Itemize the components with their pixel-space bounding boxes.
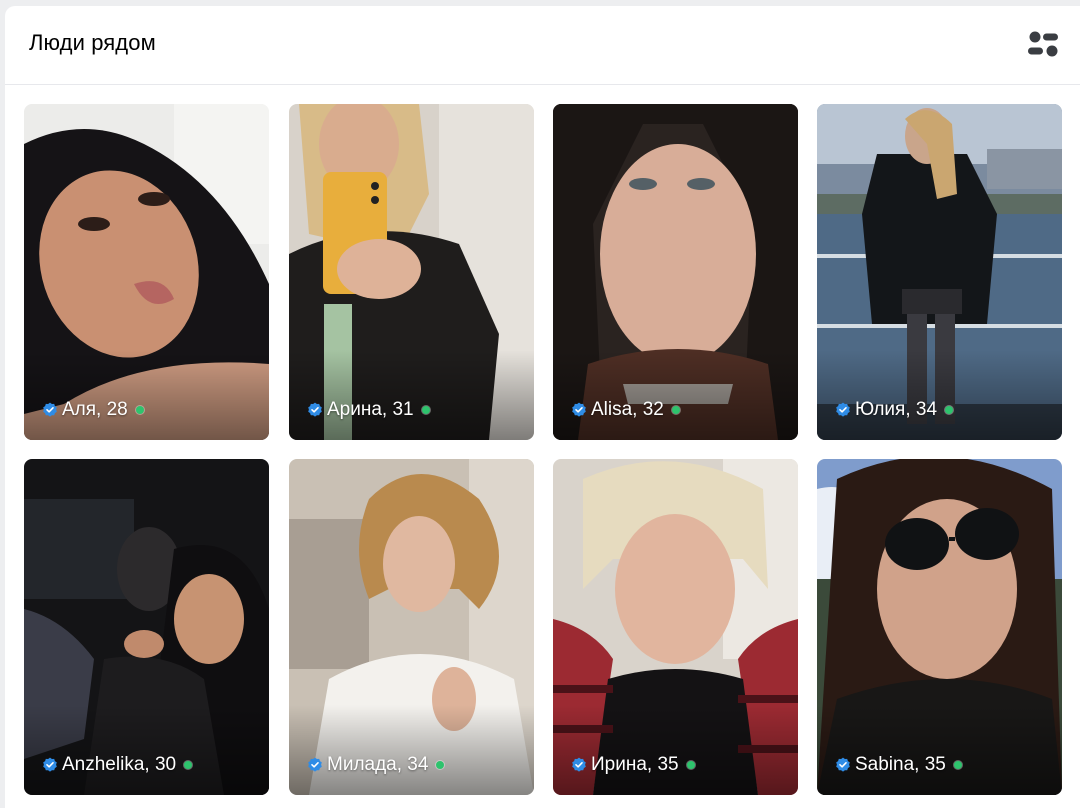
verified-badge-icon bbox=[308, 757, 322, 772]
caption-shade bbox=[817, 705, 1062, 795]
caption-shade bbox=[553, 350, 798, 440]
person-name-age: Аля, 28 bbox=[62, 399, 128, 420]
verified-badge-icon bbox=[572, 402, 586, 417]
online-status-dot bbox=[436, 761, 445, 769]
online-status-dot bbox=[135, 406, 144, 414]
person-name-age: Alisa, 32 bbox=[591, 399, 664, 420]
person-card[interactable]: Юлия, 34 bbox=[817, 104, 1062, 440]
caption-shade bbox=[817, 350, 1062, 440]
person-card[interactable]: Ирина, 35 bbox=[553, 459, 798, 795]
caption-shade bbox=[289, 705, 534, 795]
verified-badge-icon bbox=[308, 402, 322, 417]
verified-badge-icon bbox=[836, 402, 850, 417]
caption-shade bbox=[553, 705, 798, 795]
person-name-age: Арина, 31 bbox=[327, 399, 414, 420]
person-name-age: Милада, 34 bbox=[327, 754, 429, 775]
person-caption: Ирина, 35 bbox=[571, 754, 695, 776]
person-card[interactable]: Alisa, 32 bbox=[553, 104, 798, 440]
online-status-dot bbox=[184, 761, 193, 769]
panel-header: Люди рядом bbox=[5, 6, 1080, 85]
person-caption: Sabina, 35 bbox=[835, 754, 962, 776]
online-status-dot bbox=[671, 406, 680, 414]
verified-badge-icon bbox=[43, 757, 57, 772]
person-card[interactable]: Sabina, 35 bbox=[817, 459, 1062, 795]
caption-shade bbox=[289, 350, 534, 440]
person-card[interactable]: Anzhelika, 30 bbox=[24, 459, 269, 795]
caption-shade bbox=[24, 350, 269, 440]
verified-badge-icon bbox=[836, 757, 850, 772]
verified-badge-icon bbox=[43, 402, 57, 417]
verified-badge-icon bbox=[572, 757, 586, 772]
online-status-dot bbox=[953, 761, 962, 769]
person-caption: Милада, 34 bbox=[307, 754, 445, 776]
people-nearby-panel: Люди рядом Аля, 28 Арина, 31 Alisa, 32 Ю… bbox=[5, 6, 1080, 808]
person-caption: Аля, 28 bbox=[42, 399, 144, 421]
person-caption: Арина, 31 bbox=[307, 399, 430, 421]
person-caption: Юлия, 34 bbox=[835, 399, 954, 421]
person-name-age: Ирина, 35 bbox=[591, 754, 679, 775]
page-title: Люди рядом bbox=[29, 30, 156, 55]
filter-toggle-icon bbox=[1028, 31, 1058, 57]
person-caption: Alisa, 32 bbox=[571, 399, 680, 421]
person-name-age: Sabina, 35 bbox=[855, 754, 946, 775]
person-name-age: Anzhelika, 30 bbox=[62, 754, 177, 775]
filter-button[interactable] bbox=[1026, 28, 1060, 62]
online-status-dot bbox=[945, 406, 954, 414]
online-status-dot bbox=[421, 406, 430, 414]
online-status-dot bbox=[686, 761, 695, 769]
person-card[interactable]: Милада, 34 bbox=[289, 459, 534, 795]
caption-shade bbox=[24, 705, 269, 795]
person-card[interactable]: Аля, 28 bbox=[24, 104, 269, 440]
person-card[interactable]: Арина, 31 bbox=[289, 104, 534, 440]
person-caption: Anzhelika, 30 bbox=[42, 754, 193, 776]
person-name-age: Юлия, 34 bbox=[855, 399, 938, 420]
